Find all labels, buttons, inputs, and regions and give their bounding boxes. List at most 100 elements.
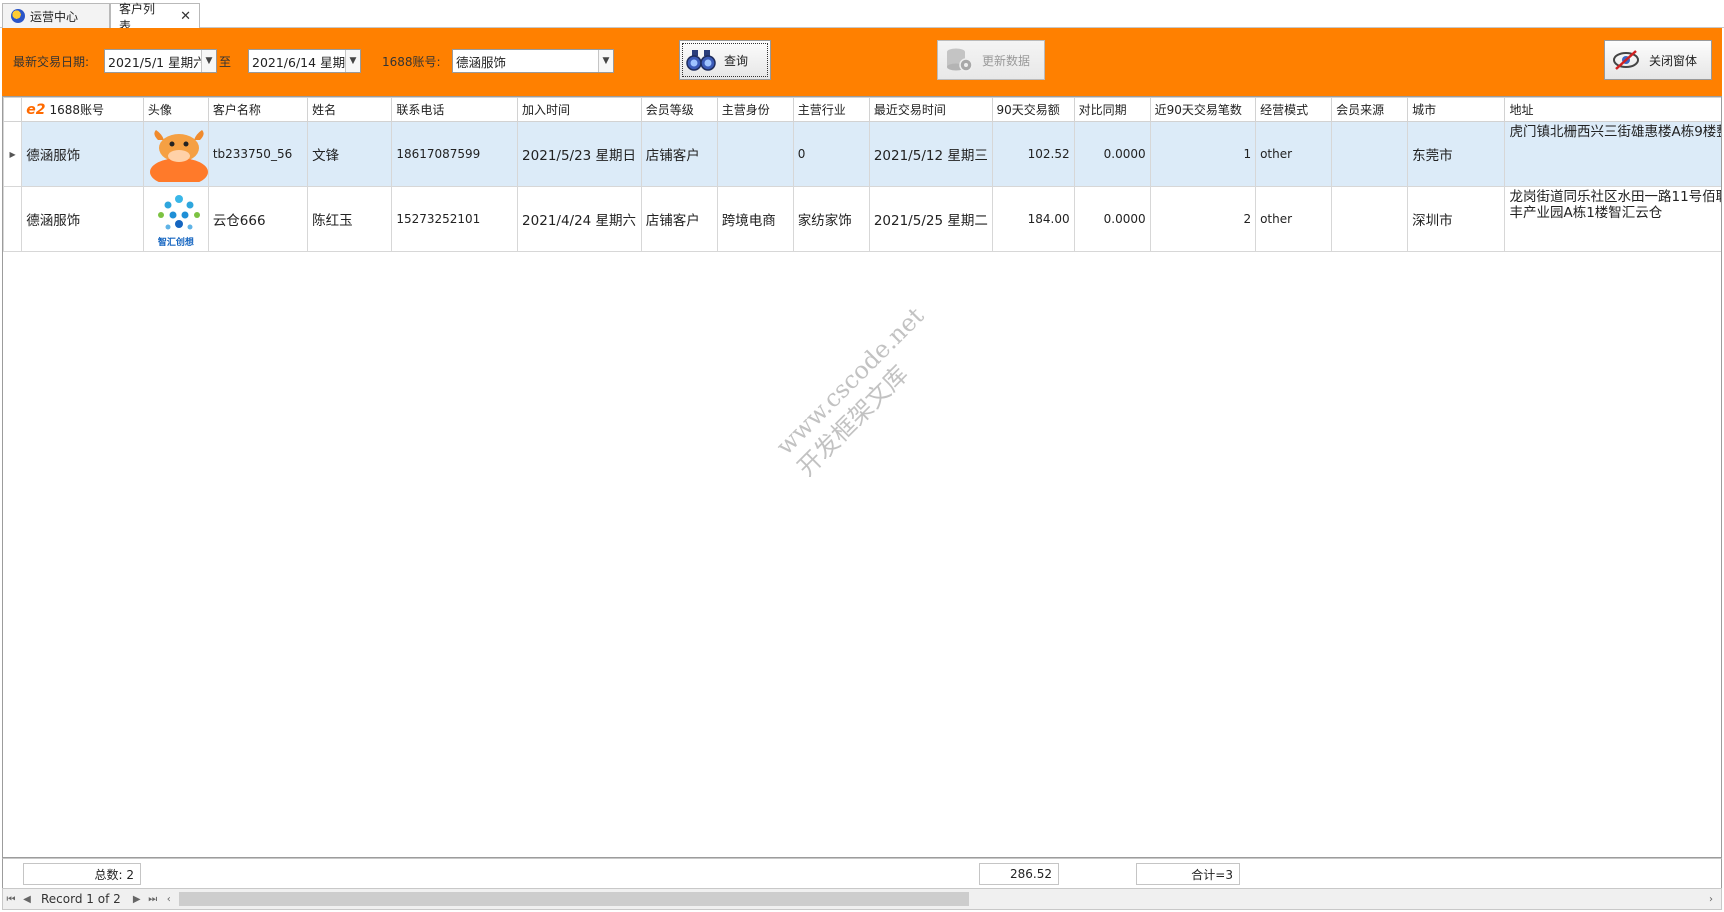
date-to-picker[interactable]: 2021/6/14 星期一 ▼ — [248, 49, 361, 73]
scrollbar-thumb[interactable] — [179, 892, 969, 906]
cow-avatar-icon — [147, 126, 208, 182]
cell-level[interactable]: 店铺客户 — [640, 186, 718, 252]
table-row[interactable]: 德涵服饰 智汇创想 云仓666 陈红玉 15273252101 2021/4/2… — [3, 186, 1721, 252]
col-header[interactable]: 会员等级 — [640, 97, 718, 122]
tab-bar: 运营中心 客户列表 ✕ — [0, 0, 1724, 33]
col-header[interactable]: 城市 — [1407, 97, 1506, 122]
cell-last-trade[interactable]: 2021/5/25 星期二 — [868, 186, 993, 252]
header-row: e2 1688账号 头像 客户名称 姓名 联系电话 加入时间 会员等级 主营身份 … — [3, 97, 1721, 122]
cell-level[interactable]: 店铺客户 — [640, 121, 718, 187]
cell-mode[interactable]: other — [1255, 186, 1333, 252]
record-indicator: Record 1 of 2 — [41, 892, 121, 906]
cell-industry[interactable]: 0 — [792, 121, 870, 187]
1688-logo-icon: e2 — [26, 102, 46, 118]
table-row[interactable]: ▶ 德涵服饰 tb233750_56 文锋 18617087599 2021/5… — [3, 121, 1721, 187]
update-label: 更新数据 — [982, 53, 1031, 68]
cell-amount[interactable]: 102.52 — [991, 121, 1075, 187]
update-data-button[interactable]: 更新数据 — [937, 40, 1045, 80]
count-sum: 合计=3 — [1136, 863, 1240, 885]
cell-address[interactable]: 虎门镇北栅西兴三街雄惠楼A栋9楼整层 — [1504, 121, 1721, 187]
app-globe-icon — [11, 9, 25, 23]
col-header[interactable]: e2 1688账号 — [21, 97, 144, 122]
tab-customer-list[interactable]: 客户列表 ✕ — [110, 2, 200, 33]
tab-label: 运营中心 — [30, 9, 79, 24]
cell-count[interactable]: 1 — [1149, 121, 1257, 187]
col-header[interactable]: 加入时间 — [517, 97, 642, 122]
filter-toolbar: 最新交易日期: 2021/5/1 星期六 ▼ 至 2021/6/14 星期一 ▼… — [2, 28, 1722, 96]
cell-join-time[interactable]: 2021/4/24 星期六 — [517, 186, 642, 252]
cell-name[interactable]: 文锋 — [307, 121, 393, 187]
date-to-value: 2021/6/14 星期一 — [252, 54, 345, 70]
row-indicator-header — [3, 97, 23, 122]
cell-industry[interactable]: 家纺家饰 — [792, 186, 870, 252]
cell-name[interactable]: 陈红玉 — [307, 186, 393, 252]
cell-compare[interactable]: 0.0000 — [1073, 186, 1151, 252]
cell-customer[interactable]: tb233750_56 — [207, 121, 309, 187]
col-header[interactable]: 90天交易额 — [991, 97, 1075, 122]
last-record-icon[interactable]: ⏭ — [145, 894, 161, 905]
col-header[interactable]: 经营模式 — [1255, 97, 1333, 122]
row-indicator — [3, 186, 23, 252]
cell-avatar[interactable] — [142, 121, 209, 187]
cell-identity[interactable] — [716, 121, 794, 187]
cell-source[interactable] — [1331, 186, 1409, 252]
col-header[interactable]: 近90天交易笔数 — [1149, 97, 1257, 122]
account-select[interactable]: 德涵服饰 ▼ — [452, 49, 614, 73]
cell-amount[interactable]: 184.00 — [991, 186, 1075, 252]
cell-account[interactable]: 德涵服饰 — [21, 121, 144, 187]
customer-table: e2 1688账号 头像 客户名称 姓名 联系电话 加入时间 会员等级 主营身份 … — [3, 97, 1721, 252]
col-header[interactable]: 主营身份 — [716, 97, 794, 122]
summary-footer: 总数: 2 286.52 合计=3 — [2, 858, 1722, 888]
cell-source[interactable] — [1331, 121, 1409, 187]
horizontal-scrollbar[interactable] — [179, 892, 1701, 906]
cell-city[interactable]: 深圳市 — [1407, 186, 1506, 252]
account-value: 德涵服饰 — [456, 54, 507, 70]
close-window-button[interactable]: 关闭窗体 — [1604, 40, 1712, 80]
col-header[interactable]: 头像 — [142, 97, 209, 122]
avatar-logo-text: 智汇创想 — [157, 237, 194, 248]
cell-address[interactable]: 龙岗街道同乐社区水田一路11号佰联鼎丰产业园A栋1楼智汇云仓 — [1504, 186, 1721, 252]
date-from-picker[interactable]: 2021/5/1 星期六 ▼ — [104, 49, 217, 73]
cell-last-trade[interactable]: 2021/5/12 星期三 — [868, 121, 993, 187]
account-label: 1688账号: — [382, 55, 441, 69]
scroll-left-icon[interactable]: ‹ — [161, 894, 177, 905]
col-header[interactable]: 会员来源 — [1331, 97, 1409, 122]
col-header[interactable]: 对比同期 — [1073, 97, 1151, 122]
total-count: 总数: 2 — [23, 863, 141, 885]
tab-operations-center[interactable]: 运营中心 — [2, 3, 110, 28]
cell-phone[interactable]: 15273252101 — [391, 186, 519, 252]
database-gear-icon — [944, 47, 974, 73]
cell-account[interactable]: 德涵服饰 — [21, 186, 144, 252]
cell-count[interactable]: 2 — [1149, 186, 1257, 252]
col-header[interactable]: 联系电话 — [391, 97, 519, 122]
col-header[interactable]: 地址 — [1504, 97, 1721, 122]
query-button[interactable]: 查询 — [679, 40, 771, 80]
prev-record-icon[interactable]: ◀ — [19, 894, 35, 905]
chevron-down-icon[interactable]: ▼ — [345, 50, 360, 72]
cell-identity[interactable]: 跨境电商 — [716, 186, 794, 252]
cell-mode[interactable]: other — [1255, 121, 1333, 187]
col-header[interactable]: 主营行业 — [792, 97, 870, 122]
cell-customer[interactable]: 云仓666 — [207, 186, 309, 252]
cell-city[interactable]: 东莞市 — [1407, 121, 1506, 187]
cell-phone[interactable]: 18617087599 — [391, 121, 519, 187]
query-label: 查询 — [724, 53, 749, 68]
scroll-right-icon[interactable]: › — [1703, 894, 1719, 905]
cell-compare[interactable]: 0.0000 — [1073, 121, 1151, 187]
col-header[interactable]: 姓名 — [307, 97, 393, 122]
row-indicator-icon: ▶ — [3, 121, 23, 187]
date-label: 最新交易日期: — [13, 55, 90, 69]
next-record-icon[interactable]: ▶ — [129, 894, 145, 905]
close-icon[interactable]: ✕ — [180, 9, 191, 24]
customer-grid: e2 1688账号 头像 客户名称 姓名 联系电话 加入时间 会员等级 主营身份 … — [2, 96, 1722, 858]
chevron-down-icon[interactable]: ▼ — [201, 50, 216, 72]
cell-avatar[interactable]: 智汇创想 — [142, 186, 209, 252]
to-label: 至 — [219, 55, 232, 69]
col-header[interactable]: 客户名称 — [207, 97, 309, 122]
amount-sum: 286.52 — [979, 863, 1059, 885]
cell-join-time[interactable]: 2021/5/23 星期日 — [517, 121, 642, 187]
first-record-icon[interactable]: ⏮ — [3, 894, 19, 905]
hide-eye-icon — [1611, 47, 1641, 73]
col-header[interactable]: 最近交易时间 — [868, 97, 993, 122]
chevron-down-icon[interactable]: ▼ — [598, 50, 613, 72]
